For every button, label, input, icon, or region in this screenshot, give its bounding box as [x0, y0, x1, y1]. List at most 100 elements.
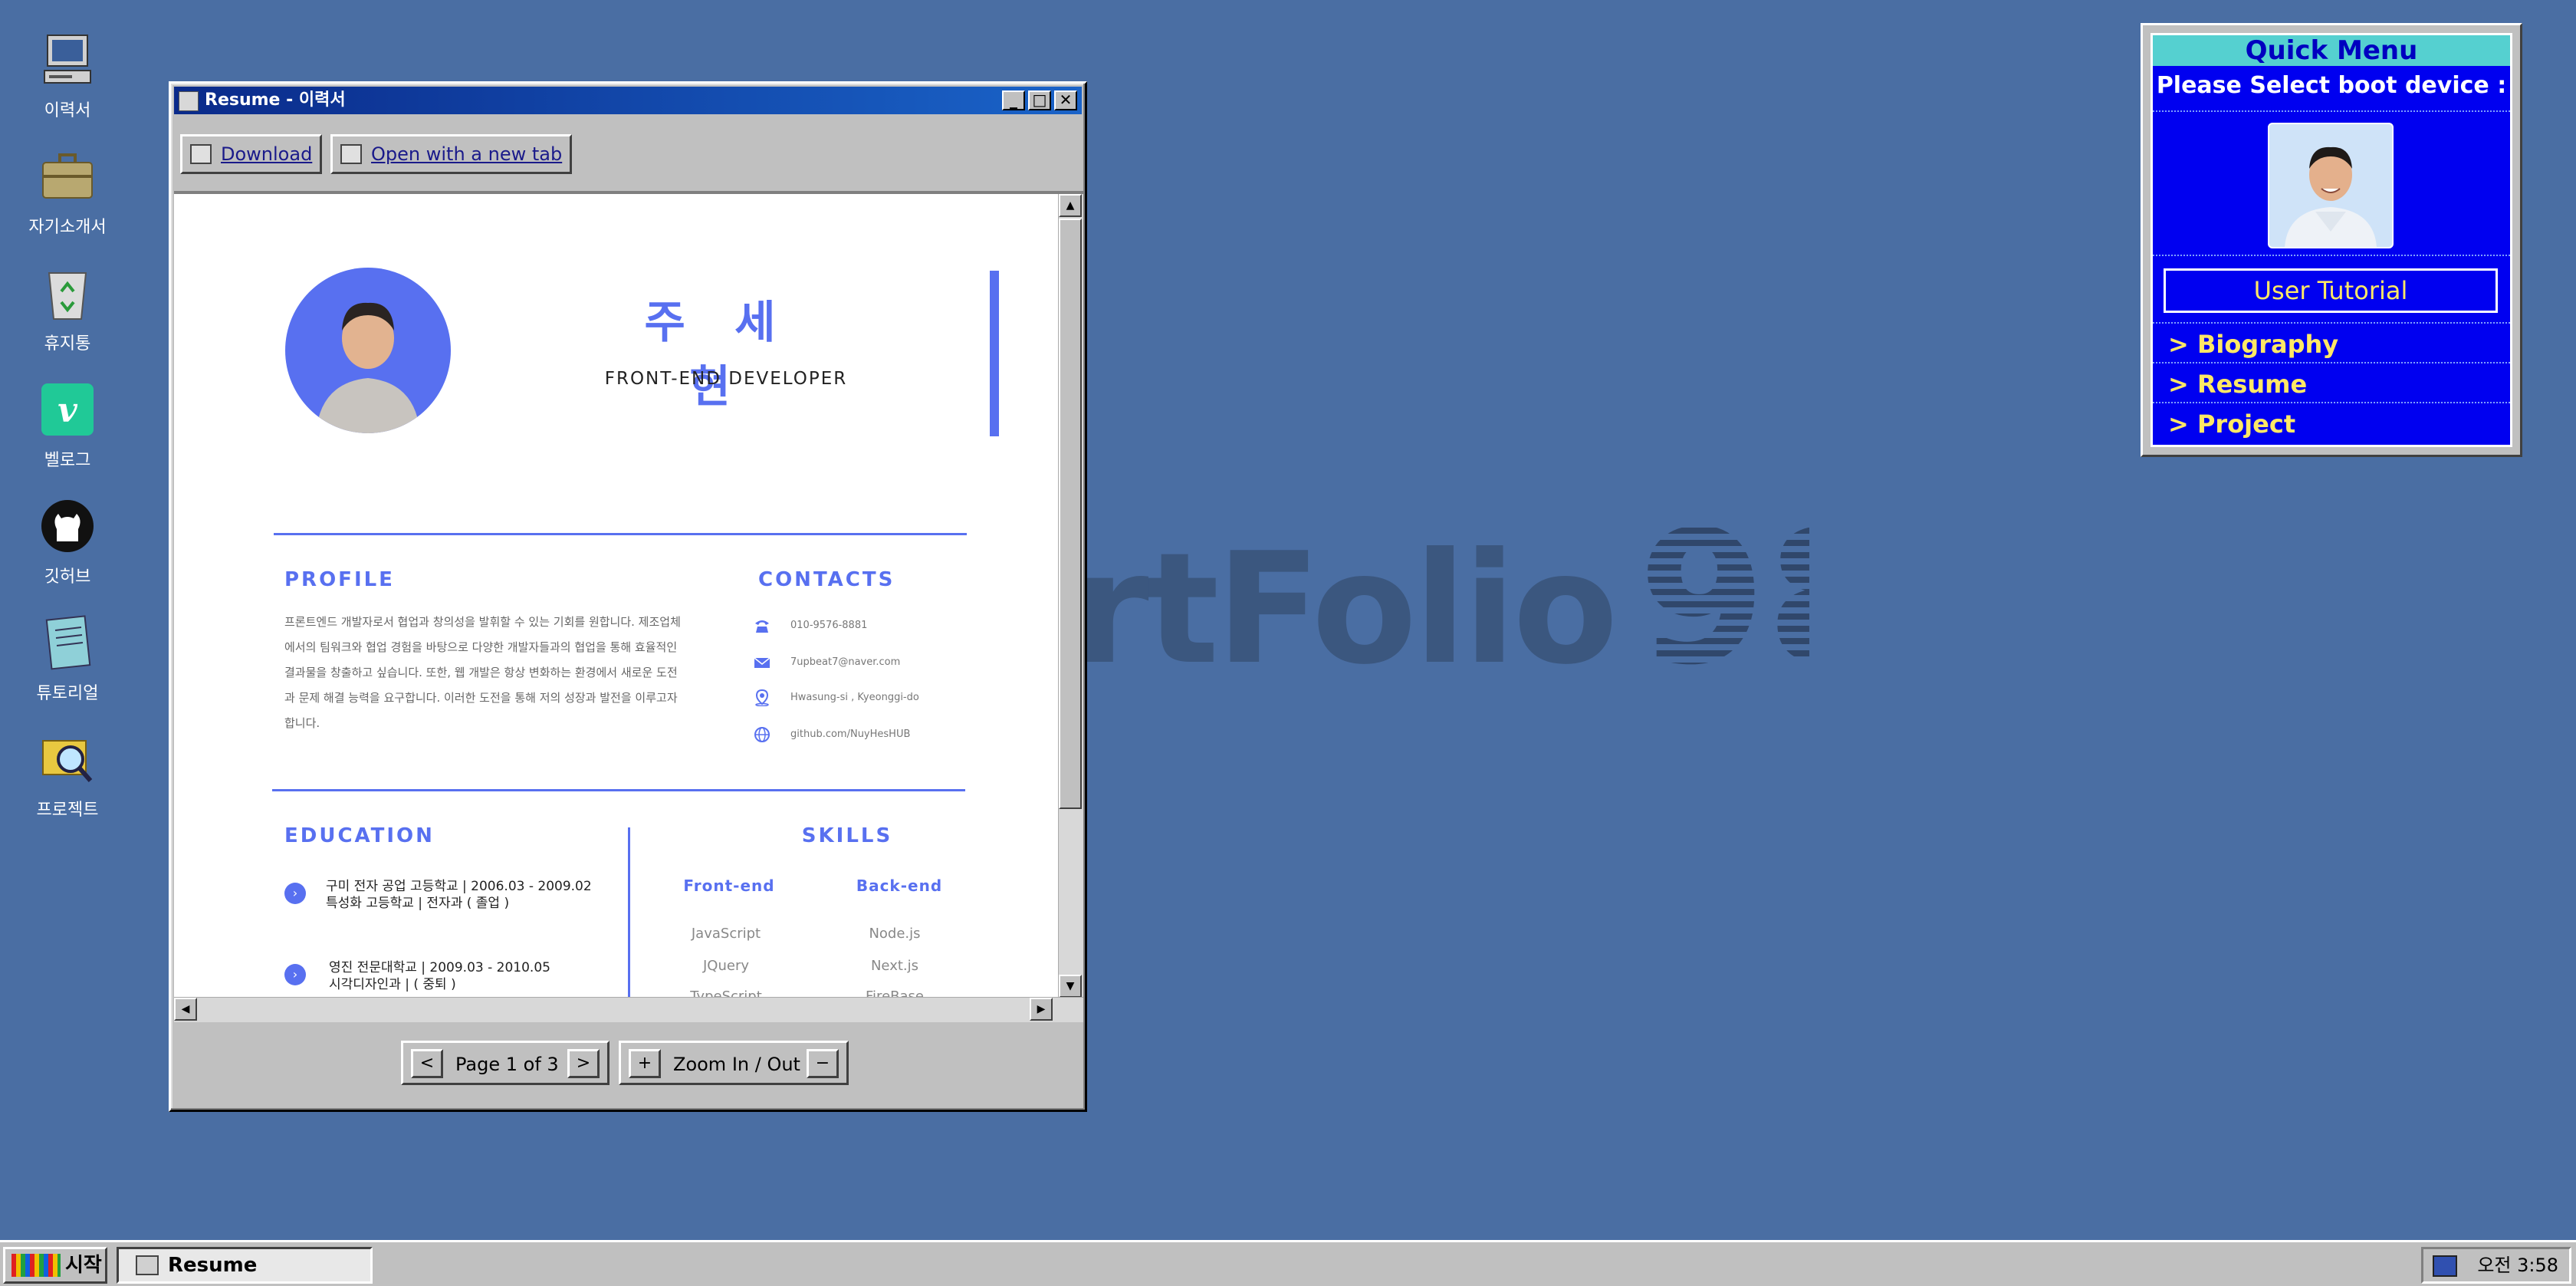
- chevron-right-icon: ›: [284, 883, 306, 904]
- zoom-label: Zoom In / Out: [673, 1054, 800, 1075]
- window-titlebar[interactable]: Resume - 이력서 _ □ ✕: [174, 87, 1082, 114]
- scroll-left-button[interactable]: ◀: [174, 998, 197, 1021]
- profile-title: PROFILE: [284, 568, 395, 591]
- quick-menu: Quick Menu Please Select boot device : U…: [2150, 33, 2512, 447]
- document-viewport[interactable]: 주 세 현 FRONT-END DEVELOPER PROFILE 프론트엔드 …: [174, 191, 1083, 1022]
- minimize-button[interactable]: _: [1002, 90, 1025, 110]
- resume-name: 주 세 현: [644, 296, 793, 413]
- mail-icon: [754, 657, 770, 668]
- chevron-right-icon: ›: [284, 964, 306, 985]
- desktop-icon-tutorial[interactable]: 튜토리얼: [18, 613, 117, 704]
- education-item: › 구미 전자 공업 고등학교 | 2006.03 - 2009.02 특성화 …: [284, 878, 622, 916]
- scroll-down-button[interactable]: ▼: [1059, 975, 1082, 998]
- watermark-text: rtFolio: [1073, 520, 1618, 675]
- skills-frontend-heading: Front-end: [683, 877, 775, 895]
- notebook-icon: [38, 613, 97, 672]
- page-controls: < Page 1 of 3 > + Zoom In / Out −: [174, 1031, 1083, 1105]
- desktop-icon-recycle-bin[interactable]: 휴지통: [18, 264, 117, 354]
- skill-item: JavaScript: [691, 926, 761, 942]
- vertical-scrollbar[interactable]: ▲ ▼: [1058, 194, 1083, 998]
- printer-icon: [190, 144, 212, 164]
- profile-text: 프론트엔드 개발자로서 협업과 창의성을 발휘할 수 있는 기회를 원합니다. …: [284, 615, 681, 730]
- zoom-controls: + Zoom In / Out −: [619, 1041, 849, 1085]
- boot-prompt: Please Select boot device :: [2156, 72, 2507, 99]
- briefcase-icon: [38, 147, 97, 206]
- next-page-button[interactable]: >: [567, 1049, 600, 1078]
- desktop-icon-cover-letter[interactable]: 자기소개서: [18, 147, 117, 238]
- zoom-out-button[interactable]: −: [807, 1049, 839, 1078]
- quick-menu-title: Quick Menu: [2153, 35, 2510, 66]
- monitor-icon[interactable]: [2433, 1255, 2457, 1277]
- svg-text:v: v: [58, 391, 77, 430]
- desktop-icon-label: 벨로그: [44, 451, 91, 470]
- desktop-icon-velog[interactable]: v 벨로그: [18, 380, 117, 471]
- globe-icon: [754, 727, 770, 742]
- desktop-watermark: rtFolio98: [1073, 491, 1809, 675]
- github-icon: [38, 497, 97, 555]
- contact-phone: 010-9576-8881: [754, 614, 984, 637]
- clock: 오전 3:58: [2477, 1255, 2558, 1276]
- education-item-line1: 구미 전자 공업 고등학교 | 2006.03 - 2009.02: [326, 879, 592, 894]
- document-icon: [136, 1255, 159, 1275]
- vertical-scroll-thumb[interactable]: [1059, 219, 1082, 809]
- horizontal-scrollbar[interactable]: ◀ ▶: [174, 997, 1083, 1022]
- profile-photo: [285, 268, 451, 433]
- desktop-icon-label: 튜토리얼: [36, 684, 99, 703]
- user-tutorial-button[interactable]: User Tutorial: [2164, 268, 2498, 313]
- previous-page-button[interactable]: <: [411, 1049, 443, 1078]
- skill-item: Next.js: [870, 958, 919, 974]
- resume-window: Resume - 이력서 _ □ ✕ Download Open with a …: [169, 81, 1087, 1112]
- contact-email-text: 7upbeat7@naver.com: [790, 656, 901, 668]
- start-label: 시작: [65, 1254, 102, 1277]
- desktop-icon-resume[interactable]: 이력서: [18, 31, 117, 121]
- contact-phone-text: 010-9576-8881: [790, 620, 868, 631]
- browser-icon: [340, 144, 362, 164]
- menu-divider: [2153, 255, 2510, 256]
- resume-role: FRONT-END DEVELOPER: [604, 369, 848, 389]
- desktop-icon-project[interactable]: 프로젝트: [18, 730, 117, 821]
- download-button[interactable]: Download: [180, 134, 323, 174]
- page-indicator: Page 1 of 3: [455, 1054, 559, 1075]
- window-toolbar: Download Open with a new tab: [176, 123, 1080, 188]
- open-new-tab-label: Open with a new tab: [371, 143, 563, 165]
- taskbar-item-resume[interactable]: Resume: [117, 1247, 373, 1284]
- phone-icon: [755, 620, 769, 633]
- column-divider: [628, 827, 630, 1022]
- magnifier-icon: [38, 730, 97, 788]
- zoom-in-button[interactable]: +: [629, 1049, 661, 1078]
- desktop-icon-label: 깃허브: [44, 567, 91, 587]
- skill-item: JQuery: [702, 958, 749, 974]
- recycle-bin-icon: [38, 264, 97, 322]
- computer-icon: [38, 31, 97, 89]
- close-button[interactable]: ✕: [1054, 90, 1077, 110]
- watermark-number: 98: [1638, 491, 1809, 675]
- desktop-icon-label: 자기소개서: [28, 218, 107, 237]
- contact-location-text: Hwasung-si , Kyeonggi-do: [790, 692, 919, 703]
- taskbar-item-label: Resume: [168, 1254, 258, 1277]
- desktop-icon-label: 프로젝트: [36, 801, 99, 820]
- maximize-button[interactable]: □: [1028, 90, 1051, 110]
- menu-item-biography[interactable]: > Biography: [2168, 330, 2338, 359]
- education-item-line2: 시각디자인과 | ( 중퇴 ): [329, 977, 456, 992]
- education-item-line1: 영진 전문대학교 | 2009.03 - 2010.05: [329, 960, 550, 975]
- contact-website: github.com/NuyHesHUB: [754, 723, 984, 746]
- open-new-tab-button[interactable]: Open with a new tab: [330, 134, 573, 174]
- start-button[interactable]: 시작: [3, 1247, 107, 1284]
- taskbar: 시작 Resume 오전 3:58: [0, 1240, 2576, 1286]
- education-title: EDUCATION: [284, 824, 435, 847]
- menu-item-resume[interactable]: > Resume: [2168, 370, 2307, 399]
- scroll-up-button[interactable]: ▲: [1059, 194, 1082, 217]
- skill-item: Node.js: [869, 926, 921, 942]
- resume-page: 주 세 현 FRONT-END DEVELOPER PROFILE 프론트엔드 …: [174, 194, 1056, 1022]
- contact-location: Hwasung-si , Kyeonggi-do: [754, 686, 984, 709]
- section-divider: [274, 533, 967, 535]
- menu-divider: [2153, 322, 2510, 324]
- windows-logo-icon: [12, 1254, 61, 1277]
- scroll-right-button[interactable]: ▶: [1030, 998, 1053, 1021]
- menu-divider: [2153, 362, 2510, 363]
- menu-divider: [2153, 402, 2510, 403]
- menu-item-project[interactable]: > Project: [2168, 409, 2295, 439]
- quick-menu-avatar: [2268, 123, 2394, 248]
- quick-menu-window: Quick Menu Please Select boot device : U…: [2141, 23, 2522, 457]
- desktop-icon-github[interactable]: 깃허브: [18, 497, 117, 587]
